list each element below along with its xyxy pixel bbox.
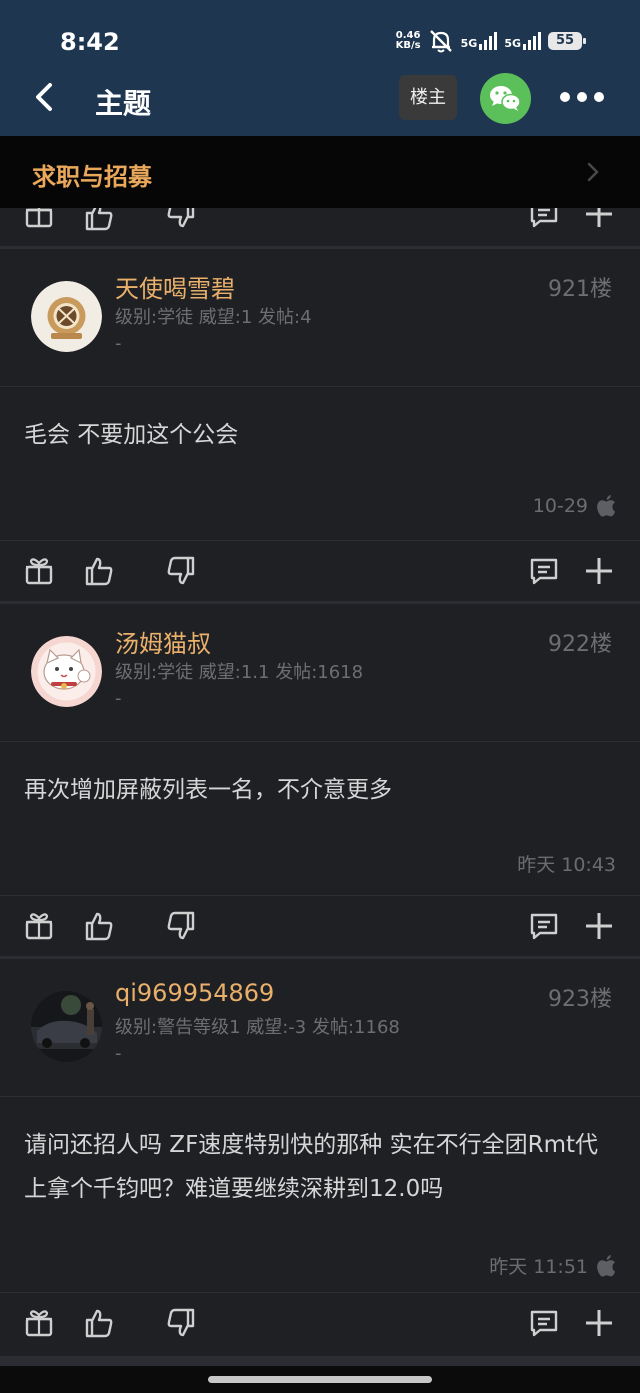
system-nav-area [0, 1366, 640, 1393]
gift-icon[interactable] [23, 1307, 55, 1339]
post-923: qi969954869 级别:警告等级1 威望:-3 发帖:1168 - 923… [0, 959, 640, 1356]
post-header: qi969954869 级别:警告等级1 威望:-3 发帖:1168 - 923… [0, 959, 640, 1097]
thumbs-up-icon[interactable] [83, 208, 115, 232]
comment-icon[interactable] [528, 208, 560, 230]
net-speed: 0.46 KB/s [395, 30, 421, 51]
post-content: 毛会 不要加这个公会 [24, 422, 239, 448]
user-info: 级别:学徒 威望:1 发帖:4 [115, 307, 312, 328]
previous-post-actions [0, 208, 640, 246]
post-content: 请问还招人吗 ZF速度特别快的那种 实在不行全团Rmt代上拿个千钧吧？难道要继续… [24, 1132, 599, 1202]
post-header: 天使喝雪碧 级别:学徒 威望:1 发帖:4 - 921楼 [0, 249, 640, 387]
post-date: 10-29 [533, 495, 616, 517]
post-header: 汤姆猫叔 级别:学徒 威望:1.1 发帖:1618 - 922楼 [0, 604, 640, 742]
status-bar: 8:42 0.46 KB/s 5G 5G 55 [0, 0, 640, 70]
wechat-icon [490, 86, 521, 111]
wechat-share-button[interactable] [480, 73, 531, 124]
nav-bar: 主题 楼主 [0, 70, 640, 136]
post-922: 汤姆猫叔 级别:学徒 威望:1.1 发帖:1618 - 922楼 再次增加屏蔽列… [0, 604, 640, 959]
thumbs-down-icon[interactable] [165, 555, 197, 587]
thumbs-up-icon[interactable] [83, 1307, 115, 1339]
more-icon[interactable] [560, 92, 604, 102]
user-info: 级别:警告等级1 威望:-3 发帖:1168 [115, 1017, 400, 1038]
apple-icon [597, 495, 616, 517]
battery-indicator: 55 [548, 32, 586, 50]
post-actions [0, 1292, 640, 1356]
post-921: 天使喝雪碧 级别:学徒 威望:1 发帖:4 - 921楼 毛会 不要加这个公会 … [0, 249, 640, 604]
home-indicator[interactable] [208, 1376, 432, 1383]
thumbs-down-icon[interactable] [165, 1307, 197, 1339]
floor-number: 923楼 [548, 987, 612, 1012]
gift-icon[interactable] [23, 208, 55, 230]
avatar[interactable] [31, 281, 102, 352]
avatar[interactable] [31, 636, 102, 707]
post-body: 毛会 不要加这个公会 10-29 [0, 387, 640, 540]
post-body: 请问还招人吗 ZF速度特别快的那种 实在不行全团Rmt代上拿个千钧吧？难道要继续… [0, 1097, 640, 1292]
chevron-right-icon [587, 162, 599, 182]
category-label: 求职与招募 [32, 163, 152, 191]
apple-icon [597, 1254, 616, 1277]
thumbs-up-icon[interactable] [83, 910, 115, 942]
username[interactable]: qi969954869 [115, 979, 274, 1007]
user-signature: - [115, 333, 122, 354]
signal-5g-2: 5G [504, 32, 541, 50]
gift-icon[interactable] [23, 910, 55, 942]
mute-bell-icon [429, 30, 452, 53]
comment-icon[interactable] [528, 555, 560, 587]
user-signature: - [115, 688, 122, 709]
user-signature: - [115, 1043, 122, 1064]
status-time: 8:42 [60, 28, 120, 56]
back-arrow-icon[interactable] [30, 82, 60, 112]
comment-icon[interactable] [528, 1307, 560, 1339]
category-bar[interactable]: 求职与招募 [0, 136, 640, 208]
post-actions [0, 895, 640, 959]
status-icons: 0.46 KB/s 5G 5G 55 [395, 29, 586, 53]
plus-icon[interactable] [583, 1307, 615, 1339]
plus-icon[interactable] [583, 910, 615, 942]
post-body: 再次增加屏蔽列表一名，不介意更多 昨天 10:43 [0, 742, 640, 895]
username[interactable]: 天使喝雪碧 [115, 269, 235, 304]
plus-icon[interactable] [583, 555, 615, 587]
comment-icon[interactable] [528, 910, 560, 942]
post-date: 昨天 11:51 [489, 1252, 616, 1279]
divider [0, 1356, 640, 1366]
floor-number: 921楼 [548, 277, 612, 302]
avatar[interactable] [31, 991, 102, 1062]
post-content: 再次增加屏蔽列表一名，不介意更多 [24, 777, 392, 803]
username[interactable]: 汤姆猫叔 [115, 624, 211, 659]
floor-number: 922楼 [548, 632, 612, 657]
signal-5g-1: 5G [461, 32, 498, 50]
page-title: 主题 [95, 87, 152, 120]
post-actions [0, 540, 640, 604]
thumbs-up-icon[interactable] [83, 555, 115, 587]
op-only-button[interactable]: 楼主 [399, 75, 457, 120]
thumbs-down-icon[interactable] [165, 208, 197, 230]
thumbs-down-icon[interactable] [165, 910, 197, 942]
user-info: 级别:学徒 威望:1.1 发帖:1618 [115, 662, 364, 683]
plus-icon[interactable] [583, 208, 615, 230]
post-date: 昨天 10:43 [517, 854, 616, 876]
gift-icon[interactable] [23, 555, 55, 587]
